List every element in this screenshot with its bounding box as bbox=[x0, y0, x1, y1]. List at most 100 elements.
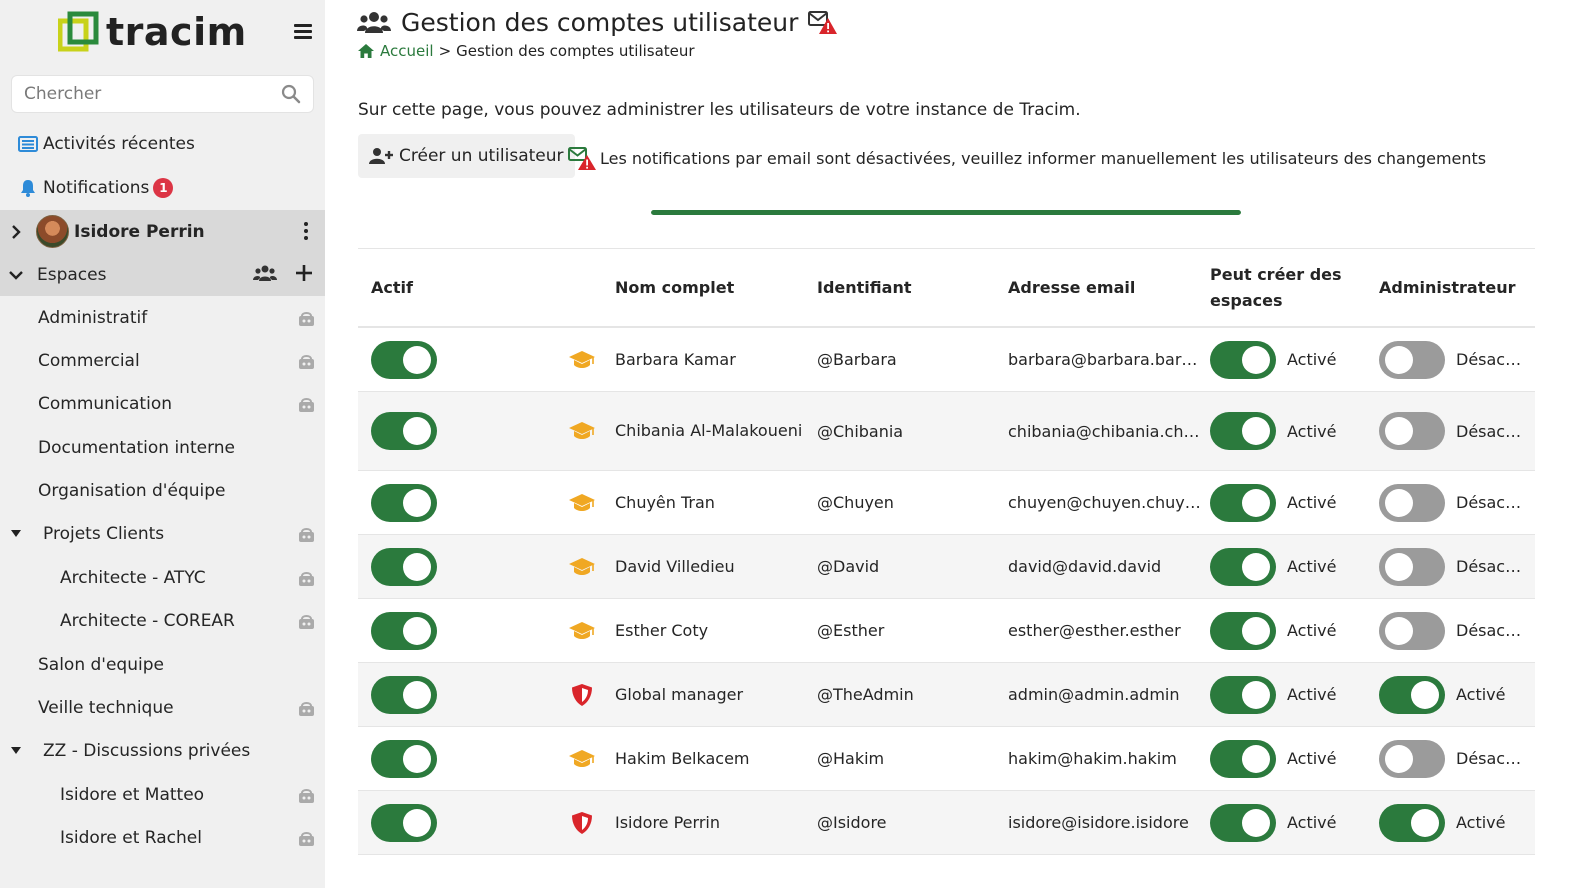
toggle-knob bbox=[1242, 680, 1270, 709]
can-create-spaces-toggle[interactable] bbox=[1210, 675, 1276, 714]
sidebar-space-label: Communication bbox=[38, 394, 172, 414]
spaces-header[interactable]: Espaces bbox=[0, 253, 325, 296]
user-full-name[interactable]: Esther Coty bbox=[615, 618, 817, 644]
can-create-spaces-toggle[interactable] bbox=[1210, 340, 1276, 379]
chevron-right-icon[interactable] bbox=[9, 224, 23, 239]
col-active[interactable]: Actif bbox=[358, 278, 548, 297]
active-toggle[interactable] bbox=[371, 547, 437, 586]
admin-toggle[interactable] bbox=[1379, 340, 1445, 379]
toggle-knob bbox=[1411, 680, 1439, 709]
chevron-down-icon[interactable] bbox=[9, 268, 23, 282]
caret-down-icon[interactable] bbox=[11, 747, 21, 755]
col-email[interactable]: Adresse email bbox=[1008, 278, 1210, 297]
page-description: Sur cette page, vous pouvez administrer … bbox=[358, 100, 1081, 120]
can-create-spaces-toggle[interactable] bbox=[1210, 412, 1276, 450]
sidebar-space-item[interactable]: Isidore et Matteo bbox=[0, 774, 325, 816]
active-toggle[interactable] bbox=[371, 675, 437, 714]
can-create-spaces-toggle[interactable] bbox=[1210, 739, 1276, 778]
active-toggle[interactable] bbox=[371, 412, 437, 450]
breadcrumb-home-link[interactable]: Accueil bbox=[380, 42, 434, 60]
user-name: Isidore Perrin bbox=[74, 221, 205, 242]
create-user-button[interactable]: Créer un utilisateur bbox=[358, 134, 575, 178]
search-input[interactable] bbox=[24, 84, 281, 104]
progress-fill bbox=[651, 210, 1241, 215]
table-row: Global manager @TheAdmin admin@admin.admin… bbox=[358, 663, 1535, 727]
nav-recent-activities[interactable]: Activités récentes bbox=[0, 123, 325, 165]
col-can-create[interactable]: Peut créer des espaces bbox=[1210, 262, 1379, 314]
user-full-name[interactable]: Hakim Belkacem bbox=[615, 746, 817, 772]
user-full-name[interactable]: Isidore Perrin bbox=[615, 810, 817, 836]
sidebar-space-item[interactable]: Administratif bbox=[0, 297, 325, 339]
plus-icon[interactable] bbox=[295, 264, 313, 282]
sidebar-space-item[interactable]: Salon d'equipe bbox=[0, 644, 325, 686]
active-toggle[interactable] bbox=[371, 739, 437, 778]
admin-toggle[interactable] bbox=[1379, 739, 1445, 778]
bell-icon bbox=[17, 177, 39, 199]
sidebar-space-label: Organisation d'équipe bbox=[38, 481, 226, 501]
loading-progress-bar bbox=[651, 210, 1241, 215]
user-full-name[interactable]: Chuyên Tran bbox=[615, 490, 817, 516]
can-create-status: Activé bbox=[1287, 621, 1337, 640]
more-options-icon[interactable] bbox=[304, 222, 309, 242]
nav-notifications[interactable]: Notifications 1 bbox=[0, 167, 325, 209]
tracim-logo[interactable]: tracim bbox=[58, 10, 247, 54]
users-icon bbox=[357, 12, 391, 33]
col-name[interactable]: Nom complet bbox=[615, 275, 817, 301]
breadcrumb: Accueil > Gestion des comptes utilisateu… bbox=[358, 42, 695, 60]
graduation-cap-icon bbox=[568, 493, 595, 511]
user-full-name[interactable]: Barbara Kamar bbox=[615, 347, 817, 373]
active-toggle[interactable] bbox=[371, 340, 437, 379]
sidebar-space-item[interactable]: Commercial bbox=[0, 340, 325, 382]
search-icon[interactable] bbox=[281, 84, 301, 104]
can-create-spaces-toggle[interactable] bbox=[1210, 483, 1276, 522]
col-id[interactable]: Identifiant bbox=[817, 278, 1008, 297]
create-user-label: Créer un utilisateur bbox=[399, 146, 564, 166]
table-row: Hakim Belkacem @Hakim hakim@hakim.hakim Act… bbox=[358, 727, 1535, 791]
sidebar-space-item[interactable]: Projets Clients bbox=[0, 513, 325, 555]
sidebar-space-item[interactable]: Veille technique bbox=[0, 687, 325, 729]
user-menu[interactable]: Isidore Perrin bbox=[0, 210, 325, 253]
menu-toggle-icon[interactable] bbox=[294, 24, 312, 40]
admin-toggle[interactable] bbox=[1379, 611, 1445, 650]
user-full-name[interactable]: Global manager bbox=[615, 682, 817, 708]
sidebar: tracim Activités récentes Notifications … bbox=[0, 0, 325, 888]
admin-status: Désactivé bbox=[1456, 493, 1526, 512]
admin-toggle[interactable] bbox=[1379, 547, 1445, 586]
sidebar-space-item[interactable]: Architecte - COREAR bbox=[0, 600, 325, 642]
home-icon[interactable] bbox=[358, 44, 374, 58]
col-admin[interactable]: Administrateur bbox=[1379, 278, 1535, 297]
sidebar-space-item[interactable]: Communication bbox=[0, 383, 325, 425]
users-icon[interactable] bbox=[253, 264, 277, 282]
admin-toggle[interactable] bbox=[1379, 483, 1445, 522]
active-toggle[interactable] bbox=[371, 611, 437, 650]
caret-down-icon[interactable] bbox=[11, 530, 21, 538]
sidebar-space-item[interactable]: Documentation interne bbox=[0, 427, 325, 469]
admin-toggle[interactable] bbox=[1379, 803, 1445, 842]
sidebar-space-label: Architecte - ATYC bbox=[60, 568, 206, 588]
user-full-name[interactable]: David Villedieu bbox=[615, 554, 817, 580]
private-space-icon bbox=[299, 398, 314, 412]
user-plus-icon bbox=[369, 148, 393, 164]
toggle-knob bbox=[1242, 616, 1270, 645]
sidebar-space-item[interactable]: ZZ - Discussions privées bbox=[0, 730, 325, 772]
can-create-spaces-toggle[interactable] bbox=[1210, 611, 1276, 650]
user-full-name[interactable]: Chibania Al-Malakoueni bbox=[615, 418, 817, 444]
sidebar-space-item[interactable]: Isidore et Rachel bbox=[0, 817, 325, 859]
active-toggle[interactable] bbox=[371, 483, 437, 522]
main-content: Gestion des comptes utilisateur Accueil … bbox=[325, 0, 1578, 888]
graduation-cap-icon bbox=[568, 422, 595, 439]
toggle-knob bbox=[403, 616, 431, 645]
search-box[interactable] bbox=[11, 75, 314, 113]
sidebar-space-item[interactable]: Organisation d'équipe bbox=[0, 470, 325, 512]
can-create-spaces-toggle[interactable] bbox=[1210, 803, 1276, 842]
active-toggle[interactable] bbox=[371, 803, 437, 842]
admin-toggle[interactable] bbox=[1379, 675, 1445, 714]
sidebar-space-label: ZZ - Discussions privées bbox=[43, 741, 251, 761]
table-body: Barbara Kamar @Barbara barbara@barbara.bar… bbox=[358, 328, 1535, 855]
admin-toggle[interactable] bbox=[1379, 412, 1445, 450]
admin-status: Désactivé bbox=[1456, 621, 1526, 640]
graduation-cap-icon bbox=[568, 350, 595, 368]
sidebar-space-item[interactable]: Architecte - ATYC bbox=[0, 557, 325, 599]
can-create-status: Activé bbox=[1287, 493, 1337, 512]
can-create-spaces-toggle[interactable] bbox=[1210, 547, 1276, 586]
